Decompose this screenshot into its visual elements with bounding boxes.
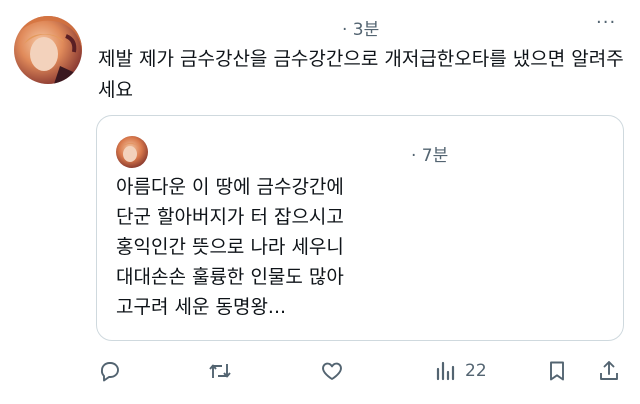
quoted-line: 홍익인간 뜻으로 나라 세우니	[116, 236, 344, 258]
quoted-avatar-image	[116, 136, 148, 168]
quoted-line: 고구려 세운 동명왕...	[116, 296, 287, 318]
reply-icon	[101, 362, 119, 382]
avatar-image	[14, 16, 82, 84]
action-bar: 22	[0, 350, 640, 390]
avatar[interactable]	[14, 16, 82, 84]
share-icon	[600, 361, 618, 380]
tweet-timestamp[interactable]: · 3분	[342, 15, 379, 40]
views-count: 22	[465, 361, 487, 381]
quoted-timestamp[interactable]: · 7분	[411, 141, 448, 166]
quoted-line: 대대손손 훌륭한 인물도 많아	[116, 266, 344, 288]
share-button[interactable]	[597, 358, 621, 384]
retweet-icon	[209, 364, 231, 378]
like-button[interactable]	[320, 358, 344, 384]
heart-icon	[322, 362, 342, 380]
quoted-avatar[interactable]	[116, 136, 148, 168]
quoted-text: 아름다운 이 땅에 금수강간에 단군 할아버지가 터 잡으시고 홍익인간 뜻으로…	[116, 172, 596, 322]
retweet-button[interactable]	[208, 358, 232, 384]
views-icon	[436, 361, 455, 381]
more-options-icon[interactable]: ···	[596, 12, 616, 33]
bookmark-button[interactable]	[545, 358, 569, 384]
views-button[interactable]: 22	[433, 358, 487, 384]
quoted-tweet[interactable]: · 7분 아름다운 이 땅에 금수강간에 단군 할아버지가 터 잡으시고 홍익인…	[96, 115, 624, 341]
quoted-line: 아름다운 이 땅에 금수강간에	[116, 176, 344, 198]
quoted-line: 단군 할아버지가 터 잡으시고	[116, 206, 344, 228]
reply-button[interactable]	[98, 358, 122, 384]
tweet-text: 제발 제가 금수강산을 금수강간으로 개저급한오타를 냈으면 알려주세요	[98, 48, 624, 101]
bookmark-icon	[550, 361, 564, 381]
